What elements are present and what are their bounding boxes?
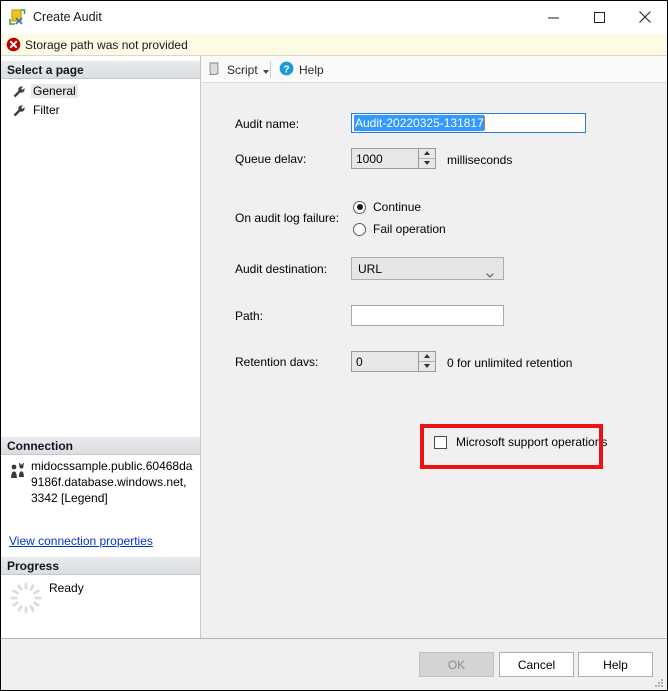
connection-header: Connection [1,437,200,455]
arrow-up-icon [424,354,430,359]
retention-days-label: Retention davs: [235,355,319,369]
audit-destination-label: Audit destination: [235,262,328,276]
arrow-down-icon [424,364,430,369]
retention-days-value: 0 [356,355,363,369]
retention-days-stepper[interactable]: 0 [351,351,436,372]
arrow-down-icon [424,161,430,166]
svg-text:?: ? [283,63,289,75]
chevron-down-icon [486,267,494,278]
help-button-footer[interactable]: Help [578,652,653,677]
error-icon [6,37,21,52]
audit-name-input[interactable]: Audit-20220325-131817 [351,113,586,133]
radio-fail-operation-indicator [353,222,366,236]
view-connection-properties-link[interactable]: View connection properties [9,534,153,548]
microsoft-support-operations-label: Microsoft support operations [456,435,608,449]
queue-delay-unit: milliseconds [447,153,513,167]
help-button[interactable]: ? Help [279,59,324,80]
retention-days-decrement-button[interactable] [419,362,435,372]
radio-fail-operation-label: Fail operation [373,222,446,236]
progress-status: Ready [49,581,84,595]
audit-name-label: Audit name: [235,117,300,131]
queue-delay-label: Queue delav: [235,152,307,166]
queue-delay-stepper[interactable]: 1000 [351,148,436,169]
arrow-up-icon [424,151,430,156]
radio-continue-indicator [353,200,366,214]
help-label: Help [299,62,324,77]
retention-days-spin-buttons[interactable] [418,352,435,371]
path-label: Path: [235,309,264,323]
maximize-button[interactable] [576,1,622,33]
progress-title: Progress [7,559,60,573]
text-caret [483,116,485,130]
script-icon [207,61,222,79]
queue-delay-spin-buttons[interactable] [418,149,435,168]
connection-string: midocssample.public.60468da9186f.databas… [31,459,193,505]
audit-destination-value: URL [358,262,383,276]
retention-days-hint: 0 for unlimited retention [447,356,573,370]
radio-continue-label: Continue [373,200,422,214]
left-panel: Select a page General Filter Connection … [1,56,201,638]
queue-delay-value: 1000 [356,152,383,166]
retention-days-increment-button[interactable] [419,352,435,362]
checkbox-indicator [434,435,447,449]
warning-message: Storage path was not provided [25,38,188,52]
audit-name-value: Audit-20220325-131817 [354,115,484,131]
server-connection-icon [9,462,27,480]
spinner-icon [9,581,43,615]
progress-header: Progress [1,557,200,575]
queue-delay-increment-button[interactable] [419,149,435,159]
cancel-button[interactable]: Cancel [499,652,574,677]
resize-grip[interactable] [654,677,664,687]
close-button[interactable] [622,1,667,33]
select-a-page-header: Select a page [1,61,200,79]
queue-delay-decrement-button[interactable] [419,159,435,169]
path-input[interactable] [351,305,504,326]
script-label: Script [227,62,258,77]
sidebar-item-filter[interactable]: Filter [1,101,200,120]
create-audit-icon [9,9,26,26]
general-form: Audit name: Audit-20220325-131817 Queue … [202,83,667,638]
right-panel: Script ? Help Audit name: Audit-20220325… [202,56,667,638]
sidebar-item-label: General [31,84,78,98]
radio-continue[interactable]: Continue [353,200,421,214]
audit-destination-select[interactable]: URL [351,257,504,280]
window-title: Create Audit [33,10,102,24]
toolbar-separator [270,61,271,78]
radio-fail-operation[interactable]: Fail operation [353,222,446,236]
script-button[interactable]: Script [207,59,269,80]
wrench-icon [12,85,26,99]
microsoft-support-operations-checkbox[interactable]: Microsoft support operations [434,435,607,449]
title-bar: Create Audit [1,1,667,34]
page-list: General Filter [1,82,200,120]
toolbar: Script ? Help [202,56,667,83]
select-a-page-title: Select a page [7,63,84,77]
sidebar-item-label: Filter [33,103,60,117]
warning-bar: Storage path was not provided [1,34,667,56]
chevron-down-icon[interactable] [263,70,269,74]
sidebar-item-general[interactable]: General [1,82,200,101]
wrench-icon [12,104,26,118]
minimize-button[interactable] [530,1,576,33]
on-audit-log-failure-label: On audit log failure: [235,211,340,225]
help-circle-icon: ? [279,61,294,79]
dialog-footer: OK Cancel Help [1,638,667,690]
create-audit-dialog: Create Audit Storage path was not provid… [0,0,668,691]
ok-button[interactable]: OK [419,652,494,677]
connection-title: Connection [7,439,73,453]
